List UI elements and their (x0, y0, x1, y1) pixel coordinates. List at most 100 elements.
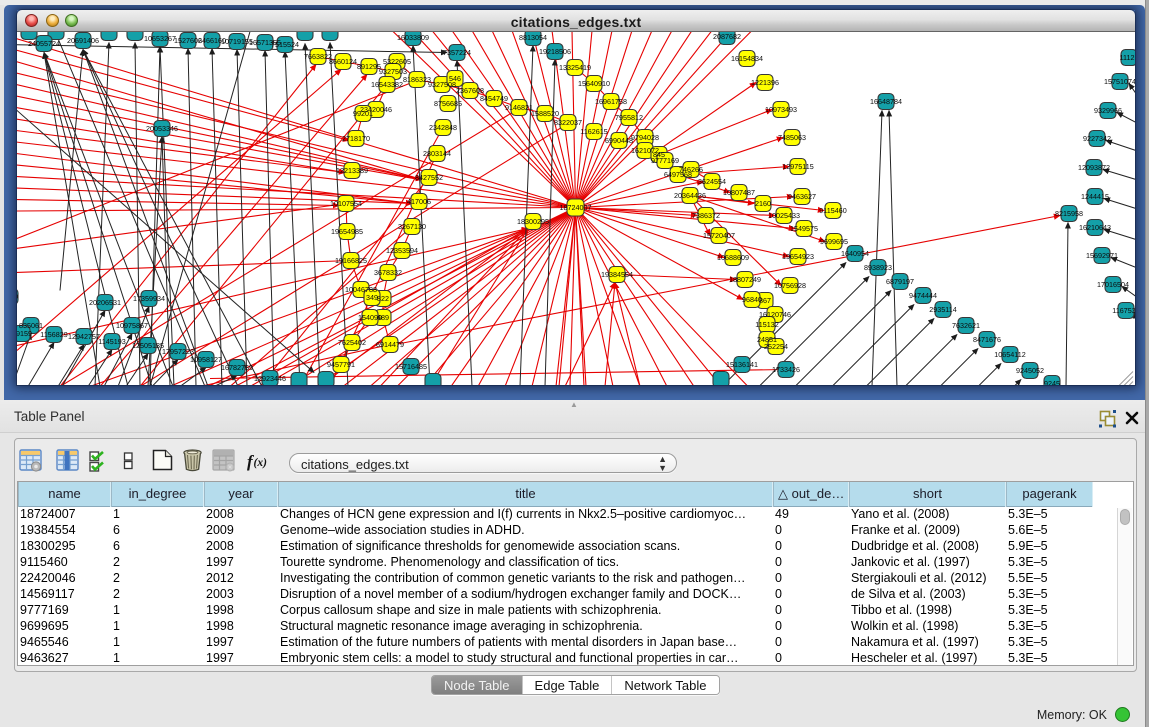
svg-text:19218506: 19218506 (539, 46, 571, 55)
svg-text:9245052: 9245052 (1016, 365, 1044, 374)
svg-text:7955812: 7955812 (615, 112, 643, 121)
svg-text:12505135: 12505135 (132, 340, 164, 349)
svg-text:18300295: 18300295 (517, 216, 549, 225)
svg-text:252254: 252254 (764, 341, 788, 350)
svg-text:12213389: 12213389 (336, 165, 368, 174)
svg-text:8215958: 8215958 (1055, 208, 1083, 217)
svg-text:7386372: 7386372 (692, 210, 720, 219)
svg-text:9457791: 9457791 (327, 359, 355, 368)
svg-text:16782759: 16782759 (221, 362, 253, 371)
svg-text:10756928: 10756928 (774, 280, 806, 289)
svg-text:8938923: 8938923 (864, 262, 892, 271)
svg-text:16543382: 16543382 (371, 79, 403, 88)
svg-text:10653267: 10653267 (144, 33, 176, 42)
svg-text:17359934: 17359934 (133, 293, 165, 302)
svg-text:(x): (x) (254, 457, 268, 469)
svg-text:9245: 9245 (1044, 378, 1060, 385)
svg-text:1145193: 1145193 (98, 336, 125, 345)
svg-text:17016504: 17016504 (1097, 279, 1129, 288)
svg-text:2935114: 2935114 (929, 304, 956, 313)
svg-text:19654923: 19654923 (782, 251, 814, 260)
svg-text:18807249: 18807249 (729, 274, 761, 283)
svg-text:16033809: 16033809 (397, 32, 429, 41)
svg-text:2342848: 2342848 (429, 122, 457, 131)
svg-text:3678332: 3678332 (374, 267, 402, 276)
svg-text:12975115: 12975115 (782, 161, 813, 170)
svg-text:8756685: 8756685 (434, 98, 462, 107)
svg-text:154099: 154099 (358, 312, 382, 321)
svg-text:349: 349 (366, 292, 378, 301)
svg-text:10975867: 10975867 (116, 320, 148, 329)
svg-text:822: 822 (377, 293, 389, 302)
svg-text:7357224: 7357224 (443, 47, 471, 56)
svg-text:10688609: 10688609 (717, 252, 749, 261)
svg-text:12353594: 12353594 (386, 245, 418, 254)
svg-text:10973493: 10973493 (765, 104, 797, 113)
svg-text:8660124: 8660124 (329, 56, 357, 65)
svg-text:20691406: 20691406 (67, 35, 99, 44)
svg-text:3267130: 3267130 (398, 221, 426, 230)
svg-text:20053346: 20053346 (146, 123, 178, 132)
svg-text:12942757: 12942757 (68, 331, 100, 340)
svg-text:16961758: 16961758 (595, 96, 627, 105)
svg-text:15692971: 15692971 (1086, 250, 1118, 259)
svg-text:1162615: 1162615 (580, 126, 607, 135)
svg-text:12923446: 12923446 (254, 373, 286, 382)
svg-text:11121: 11121 (1120, 52, 1135, 61)
svg-text:19384554: 19384554 (601, 269, 633, 278)
svg-text:15751074: 15751074 (1104, 76, 1135, 85)
svg-text:9146821: 9146821 (505, 102, 533, 111)
svg-text:8454749: 8454749 (480, 93, 508, 102)
svg-text:8186323: 8186323 (403, 74, 431, 83)
svg-text:20206531: 20206531 (89, 297, 121, 306)
svg-text:2803144: 2803144 (423, 148, 451, 157)
svg-text:19166825: 19166825 (335, 255, 367, 264)
svg-text:16154834: 16154834 (731, 53, 763, 62)
svg-text:13325419: 13325419 (559, 62, 591, 71)
svg-text:19654985: 19654985 (331, 226, 363, 235)
svg-text:1156829: 1156829 (40, 329, 67, 338)
svg-text:16648784: 16648784 (870, 96, 902, 105)
svg-text:891295: 891295 (357, 61, 381, 70)
svg-text:10025433: 10025433 (768, 210, 800, 219)
svg-text:9474444: 9474444 (909, 290, 937, 299)
svg-text:10107554: 10107554 (330, 198, 362, 207)
svg-text:1549575: 1549575 (790, 223, 818, 232)
svg-text:7625402: 7625402 (338, 337, 366, 346)
svg-text:9777169: 9777169 (651, 155, 679, 164)
svg-text:1640954: 1640954 (841, 248, 869, 257)
svg-text:6879197: 6879197 (886, 276, 914, 285)
svg-text:115132: 115132 (755, 319, 778, 328)
svg-text:1167535: 1167535 (1112, 305, 1135, 314)
svg-text:16210643: 16210643 (1079, 222, 1111, 231)
svg-text:16120746: 16120746 (759, 309, 791, 318)
svg-text:24055724: 24055724 (28, 38, 60, 47)
svg-text:10958127: 10958127 (190, 354, 222, 363)
svg-text:15136141: 15136141 (726, 359, 758, 368)
svg-text:3624554: 3624554 (698, 176, 726, 185)
svg-text:12093872: 12093872 (1078, 162, 1110, 171)
svg-text:8322037: 8322037 (554, 117, 582, 126)
svg-text:99201: 99201 (353, 108, 373, 117)
svg-text:7663822: 7663822 (304, 51, 332, 60)
svg-text:1588520: 1588520 (531, 108, 559, 117)
svg-text:15640910: 15640910 (578, 78, 610, 87)
svg-text:746266: 746266 (679, 164, 703, 173)
svg-text:9227342: 9227342 (1083, 133, 1111, 142)
svg-text:2718170: 2718170 (342, 133, 370, 142)
svg-text:9699695: 9699695 (820, 236, 848, 245)
svg-text:96840: 96840 (742, 294, 762, 303)
svg-text:7632621: 7632621 (952, 320, 980, 329)
svg-text:2160: 2160 (755, 198, 771, 207)
svg-text:6990448: 6990448 (605, 135, 633, 144)
svg-text:15720407: 15720407 (703, 230, 735, 239)
svg-text:417006: 417006 (407, 196, 431, 205)
svg-text:1221396: 1221396 (751, 77, 779, 86)
svg-text:7515524: 7515524 (271, 39, 299, 48)
svg-text:9463627: 9463627 (788, 191, 816, 200)
svg-text:2087682: 2087682 (713, 32, 741, 41)
svg-text:546: 546 (449, 73, 461, 82)
svg-text:5322605: 5322605 (383, 56, 411, 65)
svg-text:10654112: 10654112 (994, 349, 1025, 358)
svg-text:7485063: 7485063 (778, 132, 806, 141)
